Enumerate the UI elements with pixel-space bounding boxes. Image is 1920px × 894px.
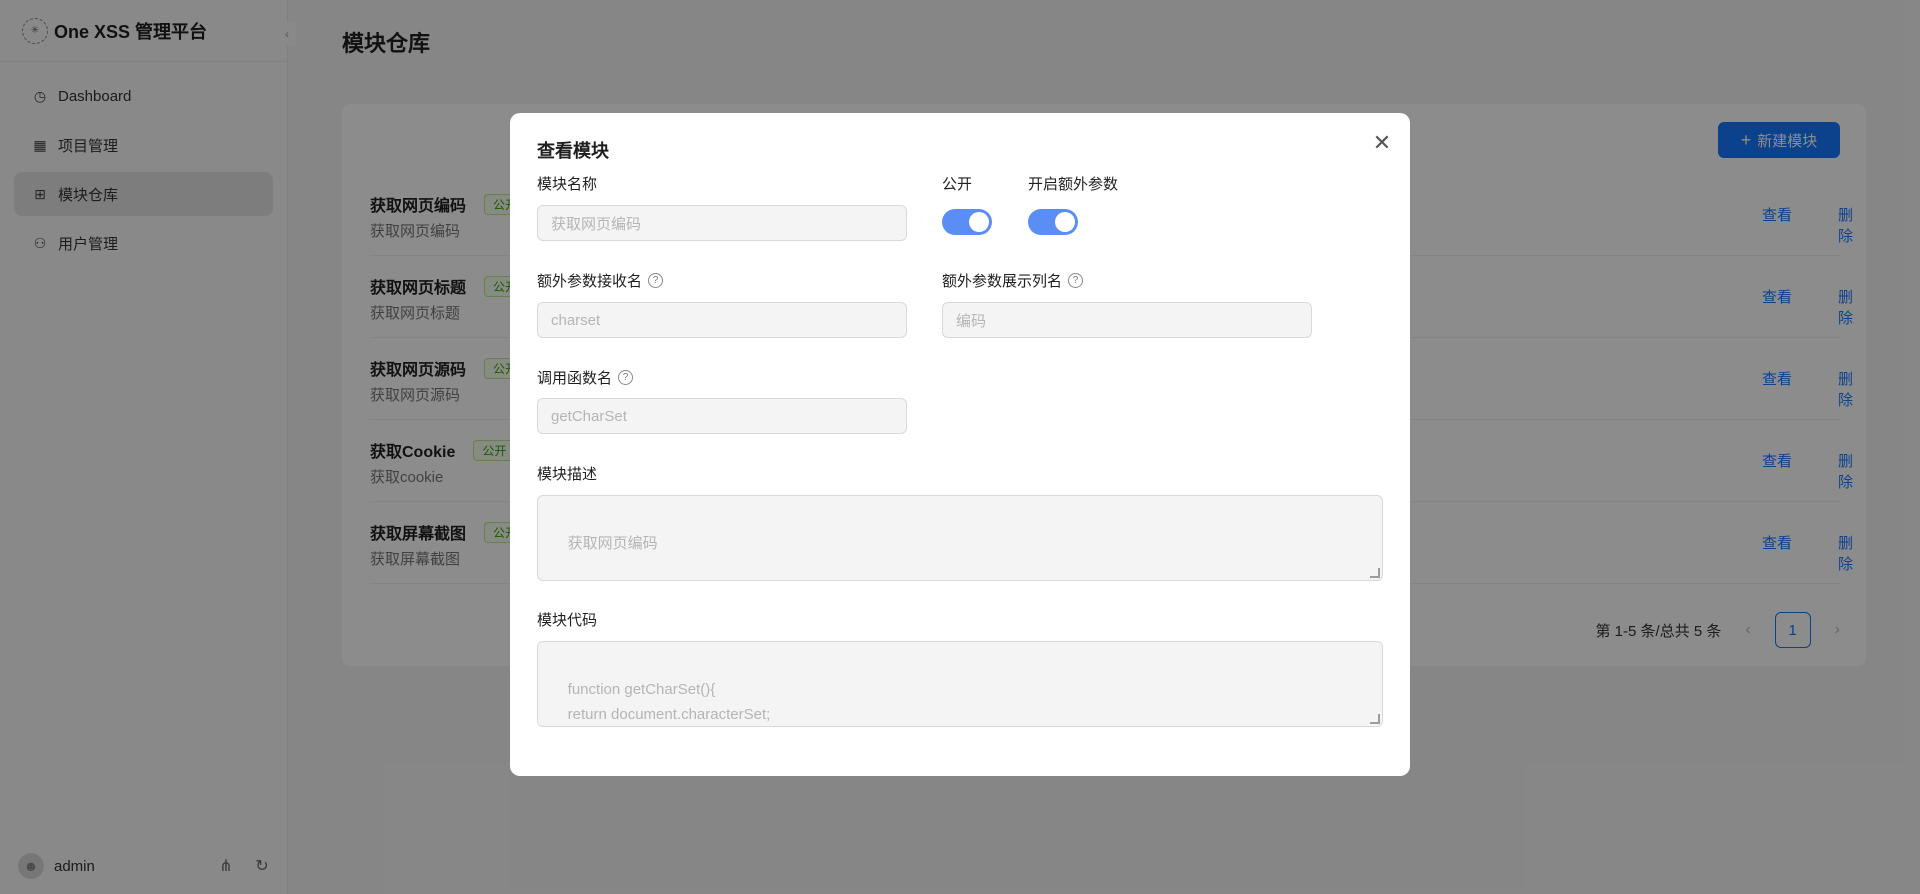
code-text: function getCharSet(){ return document.c… (567, 681, 771, 723)
name-label: 模块名称 (537, 176, 598, 193)
public-switch[interactable] (942, 209, 992, 235)
resize-handle-icon[interactable] (1370, 568, 1380, 578)
func-label: 调用函数名 ? (537, 367, 634, 388)
extra-display-input[interactable]: 编码 (942, 302, 1312, 338)
desc-textarea[interactable]: 获取网页编码 (537, 495, 1383, 581)
extra-recv-input[interactable]: charset (537, 302, 907, 338)
extra-param-switch[interactable] (1028, 209, 1078, 235)
extra-display-label-text: 额外参数展示列名 (942, 273, 1063, 290)
extra-display-label: 额外参数展示列名 ? (942, 270, 1084, 291)
public-label: 公开 (942, 176, 973, 193)
help-icon[interactable]: ? (648, 273, 664, 288)
desc-label: 模块描述 (537, 466, 598, 483)
code-label: 模块代码 (537, 612, 598, 629)
close-icon[interactable]: ✕ (1370, 130, 1394, 155)
module-name-input[interactable]: 获取网页编码 (537, 205, 907, 241)
help-icon[interactable]: ? (1068, 273, 1084, 288)
view-module-modal: 查看模块 ✕ 模块名称 获取网页编码 公开 开启额外参数 额外参数接收名 ? c… (510, 113, 1410, 776)
switch-knob (1055, 212, 1075, 232)
resize-handle-icon[interactable] (1370, 714, 1380, 724)
code-textarea[interactable]: function getCharSet(){ return document.c… (537, 641, 1383, 727)
func-name-input[interactable]: getCharSet (537, 398, 907, 434)
help-icon[interactable]: ? (618, 370, 634, 385)
func-label-text: 调用函数名 (537, 370, 613, 387)
extra-recv-label-text: 额外参数接收名 (537, 273, 643, 290)
desc-text: 获取网页编码 (567, 535, 658, 552)
modal-title: 查看模块 (537, 141, 609, 161)
extra-param-label: 开启额外参数 (1028, 176, 1119, 193)
extra-recv-label: 额外参数接收名 ? (537, 270, 664, 291)
switch-knob (969, 212, 989, 232)
